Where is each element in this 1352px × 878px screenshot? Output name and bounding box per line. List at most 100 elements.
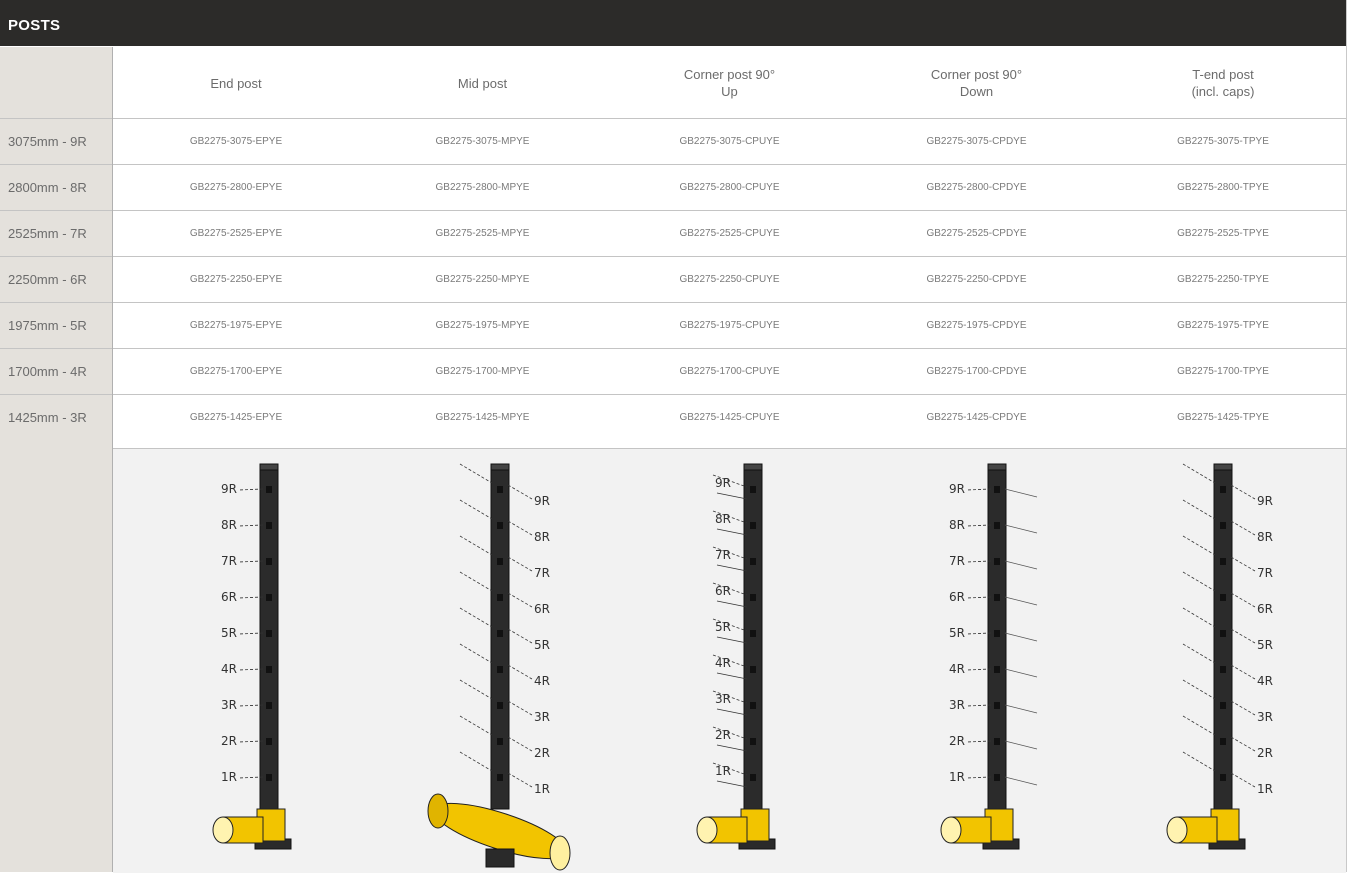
product-code-cell: GB2275-1975-MPYE xyxy=(435,320,530,331)
table-row: 1425mm - 3R GB2275-1425-EPYE GB2275-1425-M… xyxy=(0,394,1346,440)
rail-label: 4R xyxy=(534,674,550,688)
product-code-cell: GB2275-1700-CPDYE xyxy=(926,366,1027,377)
rail-label: 5R xyxy=(949,626,965,640)
product-code-cell: GB2275-3075-CPDYE xyxy=(926,136,1027,147)
product-code-cell: GB2275-2525-CPUYE xyxy=(679,228,780,239)
product-code-cell: GB2275-1700-EPYE xyxy=(189,366,283,377)
rail-label: 2R xyxy=(221,734,237,748)
product-code-cell: GB2275-2800-EPYE xyxy=(189,182,283,193)
rail-label: 4R xyxy=(949,662,965,676)
product-code-cell: GB2275-1975-CPUYE xyxy=(679,320,780,331)
rail-label: 4R xyxy=(221,662,237,676)
post-drawings: 9R 8R 7R 6R 5R 4R 3R 2R 1R 9R 8R 7R 6R 5R 4R 3R 2R 1R 9R 8R… xyxy=(113,448,1346,873)
right-border xyxy=(1346,0,1347,872)
product-code-cell: GB2275-1975-EPYE xyxy=(189,320,283,331)
product-code-cell: GB2275-1425-CPDYE xyxy=(926,412,1027,423)
rail-label: 6R xyxy=(1257,602,1273,616)
rail-label: 8R xyxy=(949,518,965,532)
row-size-label: 1975mm - 5R xyxy=(8,318,87,333)
table-row: 2525mm - 7R GB2275-2525-EPYE GB2275-2525-M… xyxy=(0,210,1346,256)
product-code-cell: GB2275-1700-MPYE xyxy=(435,366,530,377)
table-row: 3075mm - 9R GB2275-3075-EPYE GB2275-3075-M… xyxy=(0,118,1346,164)
product-code-cell: GB2275-1975-TPYE xyxy=(1177,320,1269,331)
rail-label: 3R xyxy=(534,710,550,724)
rail-label: 6R xyxy=(949,590,965,604)
rail-label: 2R xyxy=(1257,746,1273,760)
product-code-cell: GB2275-3075-CPUYE xyxy=(679,136,780,147)
product-code-cell: GB2275-2525-TPYE xyxy=(1177,228,1269,239)
rail-label: 1R xyxy=(1257,782,1273,796)
rail-label: 5R xyxy=(534,638,550,652)
rail-label: 9R xyxy=(1257,494,1273,508)
product-code-cell: GB2275-3075-TPYE xyxy=(1177,136,1269,147)
rail-label: 7R xyxy=(534,566,550,580)
product-code-cell: GB2275-3075-MPYE xyxy=(435,136,530,147)
rail-label: 8R xyxy=(715,512,731,526)
product-code-cell: GB2275-1700-TPYE xyxy=(1177,366,1269,377)
rail-label: 9R xyxy=(949,482,965,496)
rail-label: 6R xyxy=(715,584,731,598)
row-size-label: 2250mm - 6R xyxy=(8,272,87,287)
rail-label: 1R xyxy=(534,782,550,796)
corner-down-post-drawing: 9R 8R 7R 6R 5R 4R 3R 2R 1R xyxy=(882,449,1112,873)
product-code-cell: GB2275-2250-TPYE xyxy=(1177,274,1269,285)
rail-label: 9R xyxy=(715,476,731,490)
rail-label: 5R xyxy=(1257,638,1273,652)
corner-up-post-drawing: 9R 8R 7R 6R 5R 4R 3R 2R 1R xyxy=(638,449,868,873)
product-code-cell: GB2275-2800-MPYE xyxy=(435,182,530,193)
column-header-t-end-post: T-end post (incl. caps) xyxy=(1191,67,1255,99)
rail-label: 3R xyxy=(1257,710,1273,724)
product-code-cell: GB2275-3075-EPYE xyxy=(189,136,283,147)
rail-label: 4R xyxy=(1257,674,1273,688)
product-code-cell: GB2275-1975-CPDYE xyxy=(926,320,1027,331)
product-code-cell: GB2275-2250-CPUYE xyxy=(679,274,780,285)
product-code-cell: GB2275-2800-CPUYE xyxy=(679,182,780,193)
column-divider xyxy=(112,47,113,872)
table-row: 1700mm - 4R GB2275-1700-EPYE GB2275-1700-M… xyxy=(0,348,1346,394)
section-title: POSTS xyxy=(8,17,61,34)
rail-label: 7R xyxy=(949,554,965,568)
table-row: 2250mm - 6R GB2275-2250-EPYE GB2275-2250-M… xyxy=(0,256,1346,302)
rail-label: 7R xyxy=(715,548,731,562)
rail-label: 1R xyxy=(949,770,965,784)
rail-label: 7R xyxy=(221,554,237,568)
product-code-cell: GB2275-1425-CPUYE xyxy=(679,412,780,423)
rail-label: 8R xyxy=(1257,530,1273,544)
column-header-corner-down: Corner post 90° Down xyxy=(930,67,1023,99)
product-code-cell: GB2275-1700-CPUYE xyxy=(679,366,780,377)
row-size-label: 1700mm - 4R xyxy=(8,364,87,379)
section-header: POSTS xyxy=(0,0,1347,46)
product-code-cell: GB2275-2800-CPDYE xyxy=(926,182,1027,193)
mid-post-drawing: 9R 8R 7R 6R 5R 4R 3R 2R 1R xyxy=(385,449,615,873)
product-code-cell: GB2275-1425-MPYE xyxy=(435,412,530,423)
rail-label: 4R xyxy=(715,656,731,670)
column-header-mid-post: Mid post xyxy=(457,75,508,91)
product-code-cell: GB2275-2525-EPYE xyxy=(189,228,283,239)
t-end-post-drawing: 9R 8R 7R 6R 5R 4R 3R 2R 1R xyxy=(1108,449,1338,873)
rail-label: 1R xyxy=(715,764,731,778)
rail-label: 3R xyxy=(221,698,237,712)
row-size-label: 2800mm - 8R xyxy=(8,180,87,195)
rail-label: 2R xyxy=(715,728,731,742)
rail-label: 6R xyxy=(221,590,237,604)
table-row: 1975mm - 5R GB2275-1975-EPYE GB2275-1975-M… xyxy=(0,302,1346,348)
rail-label: 1R xyxy=(221,770,237,784)
rail-label: 5R xyxy=(715,620,731,634)
product-code-cell: GB2275-2250-MPYE xyxy=(435,274,530,285)
product-code-cell: GB2275-2525-MPYE xyxy=(435,228,530,239)
product-code-cell: GB2275-2250-CPDYE xyxy=(926,274,1027,285)
product-code-cell: GB2275-2800-TPYE xyxy=(1177,182,1269,193)
column-headers: End post Mid post Corner post 90° Up Cor… xyxy=(113,47,1346,119)
rail-label: 8R xyxy=(221,518,237,532)
rail-label: 2R xyxy=(534,746,550,760)
rail-label: 8R xyxy=(534,530,550,544)
rail-label: 6R xyxy=(534,602,550,616)
product-table: 3075mm - 9R GB2275-3075-EPYE GB2275-3075-M… xyxy=(0,118,1346,440)
row-size-label: 2525mm - 7R xyxy=(8,226,87,241)
product-code-cell: GB2275-1425-TPYE xyxy=(1177,412,1269,423)
row-size-label: 3075mm - 9R xyxy=(8,134,87,149)
rail-label: 3R xyxy=(949,698,965,712)
rail-label: 5R xyxy=(221,626,237,640)
rail-label: 9R xyxy=(534,494,550,508)
rail-label: 9R xyxy=(221,482,237,496)
